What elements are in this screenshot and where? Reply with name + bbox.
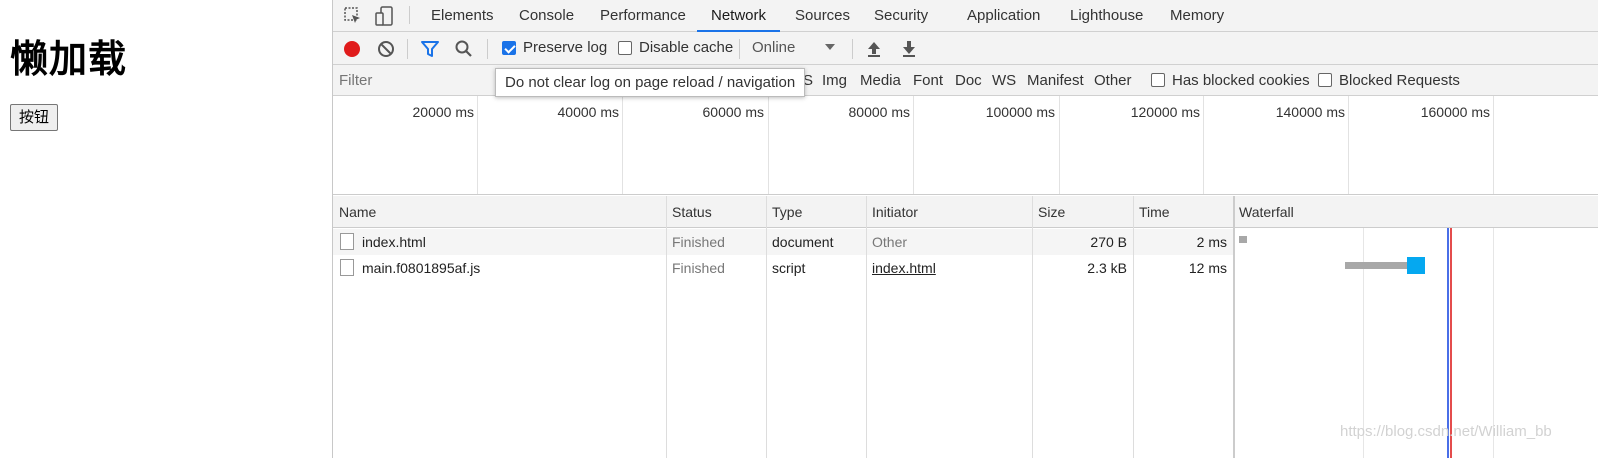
overview-gridline (622, 96, 623, 194)
request-type: script (772, 260, 806, 276)
request-size: 2.3 kB (1087, 260, 1127, 276)
request-time: 2 ms (1196, 234, 1227, 250)
has-blocked-cookies-checkbox[interactable] (1151, 73, 1165, 87)
overview-tick-label: 20000 ms (412, 104, 474, 120)
watermark: https://blog.csdn.net/William_bb (1340, 423, 1552, 440)
column-divider[interactable] (1032, 196, 1033, 458)
column-divider[interactable] (866, 196, 867, 458)
filter-icon[interactable] (419, 38, 441, 60)
toolbar-separator (487, 39, 488, 59)
blocked-requests-checkbox[interactable] (1318, 73, 1332, 87)
network-overview: 20000 ms 40000 ms 60000 ms 80000 ms 1000… (333, 96, 1598, 195)
overview-gridline (477, 96, 478, 194)
overview-tick-label: 60000 ms (702, 104, 764, 120)
waterfall-bar-waiting[interactable] (1345, 262, 1407, 269)
tab-application[interactable]: Application (967, 0, 1040, 31)
devtools-panel: Elements Console Performance Network Sou… (332, 0, 1598, 458)
filter-type-doc[interactable]: Doc (955, 72, 982, 89)
request-name[interactable]: main.f0801895af.js (362, 260, 480, 276)
filter-type-font[interactable]: Font (913, 72, 943, 89)
column-header-time[interactable]: Time (1139, 204, 1170, 220)
requests-table: Name Status Type Initiator Size Time Wat… (333, 196, 1598, 458)
blocked-requests-label[interactable]: Blocked Requests (1339, 72, 1460, 89)
request-time: 12 ms (1188, 260, 1227, 276)
request-name[interactable]: index.html (362, 234, 426, 250)
devtools-tabbar: Elements Console Performance Network Sou… (333, 0, 1598, 32)
toolbar-separator (739, 39, 740, 59)
tab-elements[interactable]: Elements (431, 0, 494, 31)
table-row[interactable]: main.f0801895af.js Finished script index… (333, 255, 1233, 281)
page-heading: 懒加载 (10, 37, 128, 81)
column-header-status[interactable]: Status (672, 204, 712, 220)
import-har-icon[interactable] (863, 38, 885, 60)
search-icon[interactable] (453, 38, 475, 60)
waterfall-bar[interactable] (1239, 236, 1247, 243)
filter-type-manifest[interactable]: Manifest (1027, 72, 1084, 89)
overview-tick-label: 80000 ms (848, 104, 910, 120)
column-divider[interactable] (766, 196, 767, 458)
tab-lighthouse[interactable]: Lighthouse (1070, 0, 1143, 31)
page-viewport: 懒加载 按钮 (0, 0, 332, 458)
overview-gridline (1203, 96, 1204, 194)
filter-type-img[interactable]: Img (822, 72, 847, 89)
disable-cache-checkbox[interactable] (618, 41, 632, 55)
column-header-size[interactable]: Size (1038, 204, 1065, 220)
filter-type-other[interactable]: Other (1094, 72, 1132, 89)
request-status: Finished (672, 260, 725, 276)
overview-gridline (768, 96, 769, 194)
overview-gridline (1493, 96, 1494, 194)
throttling-select[interactable]: Online (752, 39, 795, 56)
disable-cache-label[interactable]: Disable cache (639, 39, 733, 56)
tab-performance[interactable]: Performance (600, 0, 686, 31)
overview-gridline (1059, 96, 1060, 194)
overview-tick-label: 160000 ms (1420, 104, 1490, 120)
tab-sources[interactable]: Sources (795, 0, 850, 31)
tab-security[interactable]: Security (874, 0, 928, 31)
request-initiator-link[interactable]: index.html (872, 260, 936, 276)
overview-gridline (913, 96, 914, 194)
file-icon (340, 233, 354, 250)
toolbar-separator (407, 39, 408, 59)
waterfall-bar-download[interactable] (1407, 257, 1425, 274)
file-icon (340, 259, 354, 276)
export-har-icon[interactable] (898, 38, 920, 60)
chevron-down-icon[interactable] (823, 40, 845, 62)
column-header-type[interactable]: Type (772, 204, 802, 220)
column-divider[interactable] (1133, 196, 1134, 458)
preserve-log-checkbox[interactable] (502, 41, 516, 55)
table-row[interactable]: index.html Finished document Other 270 B… (333, 229, 1233, 255)
toolbar-separator (852, 39, 853, 59)
request-type: document (772, 234, 834, 250)
clear-icon[interactable] (375, 38, 397, 60)
inspect-element-icon[interactable] (343, 6, 363, 26)
record-icon[interactable] (341, 38, 363, 60)
filter-input[interactable] (335, 69, 495, 92)
overview-tick-label: 40000 ms (557, 104, 619, 120)
column-divider[interactable] (666, 196, 667, 458)
preserve-log-label[interactable]: Preserve log (523, 39, 607, 56)
preserve-log-tooltip: Do not clear log on page reload / naviga… (495, 68, 805, 97)
network-toolbar: Preserve log Disable cache Online (333, 32, 1598, 65)
request-status: Finished (672, 234, 725, 250)
overview-tick-label: 120000 ms (1130, 104, 1200, 120)
column-header-name[interactable]: Name (339, 204, 376, 220)
request-size: 270 B (1090, 234, 1127, 250)
tab-memory[interactable]: Memory (1170, 0, 1224, 31)
tab-console[interactable]: Console (519, 0, 574, 31)
tab-separator (409, 6, 410, 24)
page-button[interactable]: 按钮 (10, 104, 59, 131)
overview-tick-label: 140000 ms (1275, 104, 1345, 120)
filter-type-media[interactable]: Media (860, 72, 901, 89)
has-blocked-cookies-label[interactable]: Has blocked cookies (1172, 72, 1310, 89)
column-header-waterfall[interactable]: Waterfall (1239, 204, 1294, 220)
column-header-initiator[interactable]: Initiator (872, 204, 918, 220)
filter-type-ws[interactable]: WS (992, 72, 1016, 89)
requests-table-header: Name Status Type Initiator Size Time Wat… (333, 196, 1598, 228)
tab-network[interactable]: Network (697, 0, 781, 32)
overview-tick-label: 100000 ms (985, 104, 1055, 120)
device-toolbar-icon[interactable] (375, 6, 395, 26)
request-initiator: Other (872, 234, 908, 250)
overview-gridline (1348, 96, 1349, 194)
